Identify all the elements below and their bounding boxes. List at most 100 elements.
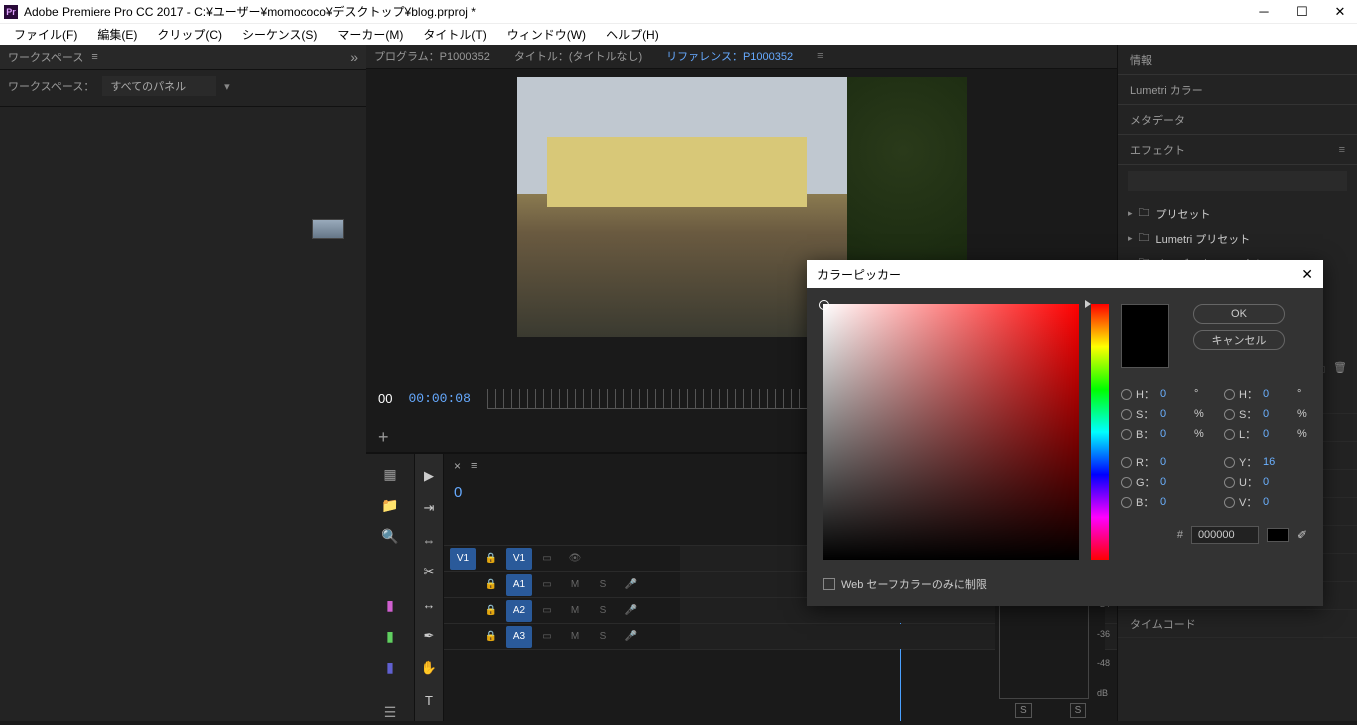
- eyedropper-icon[interactable]: ✐: [1297, 528, 1307, 542]
- maximize-button[interactable]: ☐: [1295, 5, 1309, 19]
- selection-tool[interactable]: ▶: [418, 466, 440, 486]
- expand-icon[interactable]: »: [350, 49, 358, 65]
- panel-menu-icon[interactable]: ≡: [91, 51, 97, 63]
- solo-left[interactable]: S: [1015, 703, 1032, 718]
- panel-menu-icon[interactable]: ≡: [1339, 144, 1345, 156]
- solo-button[interactable]: S: [590, 600, 616, 622]
- panel-menu-icon[interactable]: ≡: [817, 50, 823, 62]
- s-value[interactable]: 0: [1160, 408, 1190, 420]
- radio-s2[interactable]: [1224, 409, 1235, 420]
- target-a3[interactable]: A3: [506, 626, 532, 648]
- hand-tool[interactable]: ✋: [418, 658, 440, 678]
- radio-bb[interactable]: [1121, 497, 1132, 508]
- effects-lumetri-presets[interactable]: ▸🗀Lumetri プリセット: [1128, 226, 1347, 251]
- chevron-down-icon[interactable]: ▾: [224, 80, 230, 93]
- track-select-tool[interactable]: ⇥: [418, 498, 440, 518]
- menu-sequence[interactable]: シーケンス(S): [232, 23, 327, 46]
- ripple-edit-tool[interactable]: ⇔: [418, 530, 440, 550]
- menu-window[interactable]: ウィンドウ(W): [497, 23, 596, 46]
- sequence-close-icon[interactable]: ×: [454, 459, 461, 473]
- timeline-timecode[interactable]: 0: [454, 484, 462, 501]
- tab-program[interactable]: プログラム：P1000352: [374, 48, 490, 64]
- panel-metadata[interactable]: メタデータ: [1118, 105, 1357, 135]
- u-value[interactable]: 0: [1263, 476, 1293, 488]
- toggle-sync-icon[interactable]: ▭: [534, 626, 560, 648]
- menu-help[interactable]: ヘルプ(H): [596, 23, 669, 46]
- panel-lumetri[interactable]: Lumetri カラー: [1118, 75, 1357, 105]
- websafe-checkbox[interactable]: [823, 578, 835, 590]
- source-v1[interactable]: V1: [450, 548, 476, 570]
- minimize-button[interactable]: ─: [1257, 5, 1271, 19]
- target-a1[interactable]: A1: [506, 574, 532, 596]
- media-thumbnail[interactable]: [312, 219, 344, 239]
- slip-tool[interactable]: ↔: [418, 594, 440, 614]
- eye-icon[interactable]: 👁: [562, 548, 588, 570]
- menu-file[interactable]: ファイル(F): [4, 23, 87, 46]
- target-v1[interactable]: V1: [506, 548, 532, 570]
- radio-y[interactable]: [1224, 457, 1235, 468]
- mute-button[interactable]: M: [562, 600, 588, 622]
- y-value[interactable]: 16: [1263, 456, 1293, 468]
- radio-h[interactable]: [1121, 389, 1132, 400]
- menu-clip[interactable]: クリップ(C): [147, 23, 232, 46]
- current-timecode[interactable]: 00:00:08: [408, 391, 470, 406]
- tab-reference[interactable]: リファレンス：P1000352: [666, 48, 793, 64]
- radio-v[interactable]: [1224, 497, 1235, 508]
- mute-button[interactable]: M: [562, 574, 588, 596]
- radio-u[interactable]: [1224, 477, 1235, 488]
- cancel-button[interactable]: キャンセル: [1193, 330, 1285, 350]
- hex-input[interactable]: [1191, 526, 1259, 544]
- hue-arrow-icon[interactable]: [1085, 300, 1091, 308]
- tab-title[interactable]: タイトル：(タイトルなし): [514, 48, 642, 64]
- workspace-select[interactable]: すべてのパネル: [102, 76, 216, 96]
- razor-tool[interactable]: ✂: [418, 562, 440, 582]
- effects-presets[interactable]: ▸🗀プリセット: [1128, 201, 1347, 226]
- s2-value[interactable]: 0: [1263, 408, 1293, 420]
- effects-search-input[interactable]: [1128, 171, 1347, 191]
- toggle-sync-icon[interactable]: ▭: [534, 548, 560, 570]
- track-color-3[interactable]: ▮: [386, 659, 394, 676]
- solo-right[interactable]: S: [1070, 703, 1087, 718]
- b-value[interactable]: 0: [1160, 428, 1190, 440]
- picker-cursor[interactable]: [819, 300, 829, 310]
- type-tool[interactable]: T: [418, 690, 440, 710]
- hue-slider[interactable]: [1091, 304, 1109, 560]
- voice-over-icon[interactable]: 🎤: [618, 600, 644, 622]
- h2-value[interactable]: 0: [1263, 388, 1293, 400]
- solo-button[interactable]: S: [590, 626, 616, 648]
- h-value[interactable]: 0: [1160, 388, 1190, 400]
- r-value[interactable]: 0: [1160, 456, 1190, 468]
- search-icon[interactable]: 🔍: [381, 528, 398, 545]
- menu-marker[interactable]: マーカー(M): [327, 23, 413, 46]
- dialog-close-icon[interactable]: ✕: [1301, 266, 1313, 283]
- trash-icon[interactable]: 🗑: [1333, 361, 1347, 380]
- voice-over-icon[interactable]: 🎤: [618, 574, 644, 596]
- track-color-2[interactable]: ▮: [386, 628, 394, 645]
- voice-over-icon[interactable]: 🎤: [618, 626, 644, 648]
- toggle-sync-icon[interactable]: ▭: [534, 600, 560, 622]
- saturation-value-picker[interactable]: [823, 304, 1079, 560]
- bb-value[interactable]: 0: [1160, 496, 1190, 508]
- lock-icon[interactable]: 🔒: [478, 548, 504, 570]
- menu-title[interactable]: タイトル(T): [413, 23, 496, 46]
- pen-tool[interactable]: ✒: [418, 626, 440, 646]
- target-a2[interactable]: A2: [506, 600, 532, 622]
- list-view-icon[interactable]: ☰: [384, 704, 397, 721]
- track-color-1[interactable]: ▮: [386, 597, 394, 614]
- panel-timecode[interactable]: タイムコード: [1118, 610, 1357, 638]
- radio-g[interactable]: [1121, 477, 1132, 488]
- radio-b[interactable]: [1121, 429, 1132, 440]
- lock-icon[interactable]: 🔒: [478, 600, 504, 622]
- add-button-left[interactable]: +: [378, 427, 389, 448]
- lock-icon[interactable]: 🔒: [478, 626, 504, 648]
- g-value[interactable]: 0: [1160, 476, 1190, 488]
- folder-icon[interactable]: 📁: [381, 497, 398, 514]
- toggle-sync-icon[interactable]: ▭: [534, 574, 560, 596]
- menu-edit[interactable]: 編集(E): [87, 23, 147, 46]
- radio-l[interactable]: [1224, 429, 1235, 440]
- l-value[interactable]: 0: [1263, 428, 1293, 440]
- solo-button[interactable]: S: [590, 574, 616, 596]
- mute-button[interactable]: M: [562, 626, 588, 648]
- v-value[interactable]: 0: [1263, 496, 1293, 508]
- dialog-titlebar[interactable]: カラーピッカー ✕: [807, 260, 1323, 288]
